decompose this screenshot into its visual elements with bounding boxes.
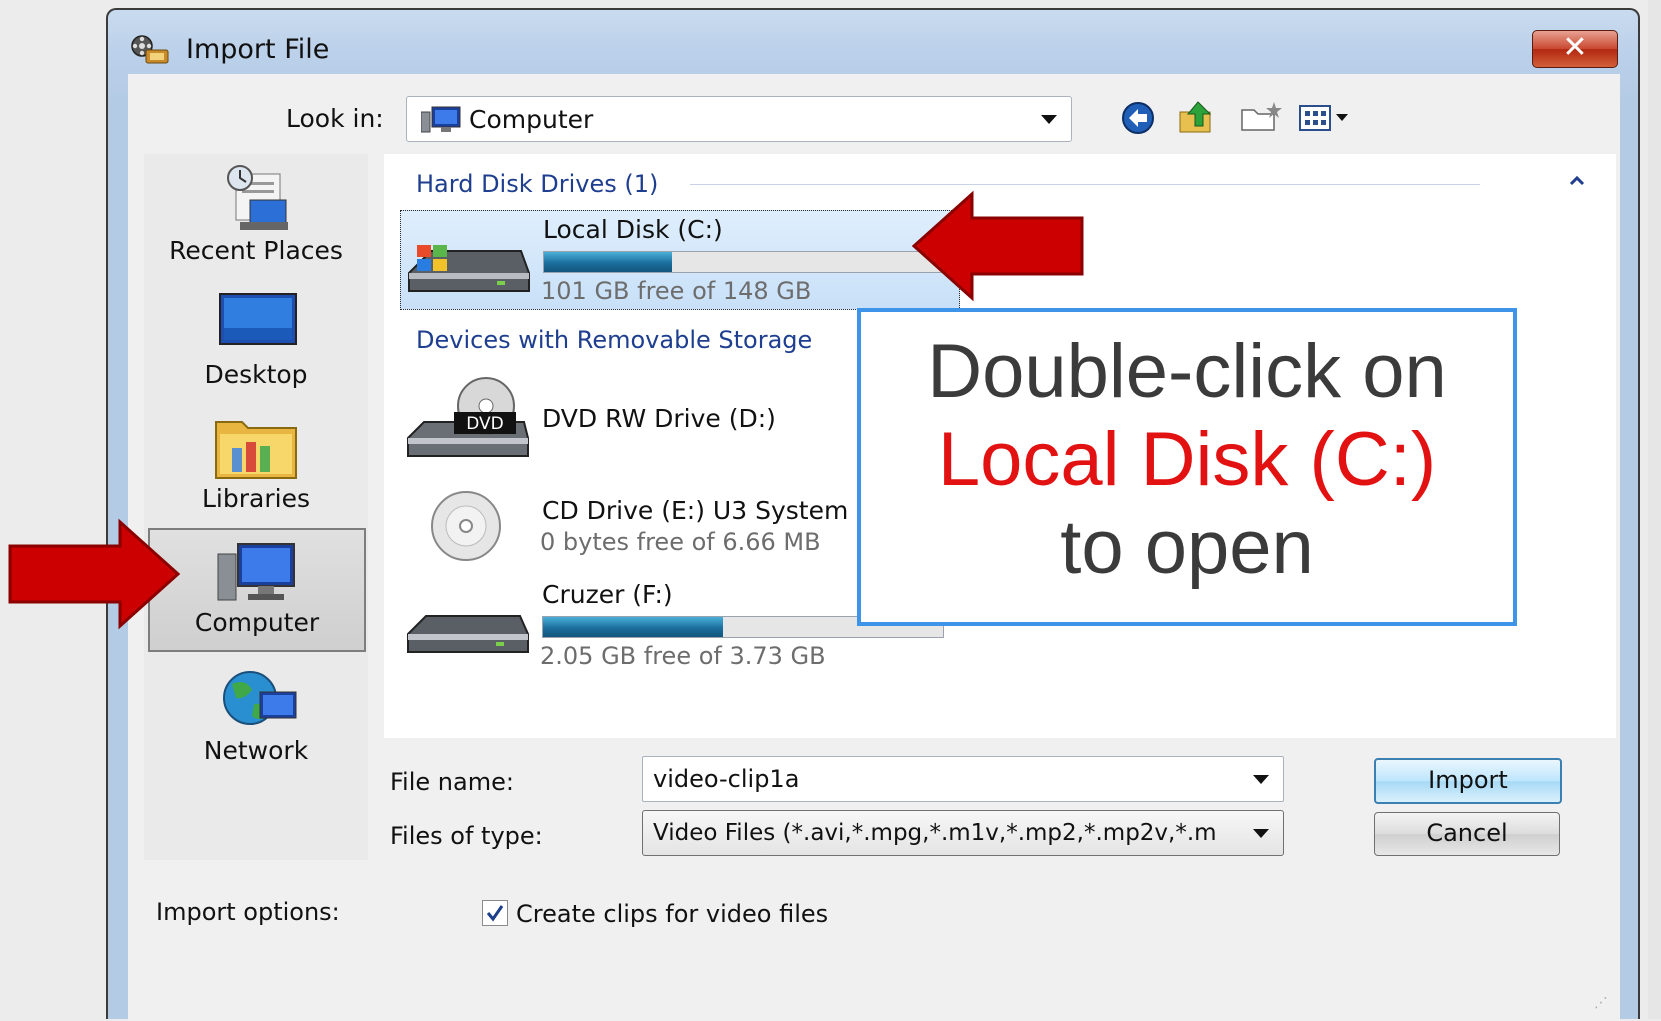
libraries-icon [215,421,297,479]
cd-disc-icon [431,491,501,561]
import-button[interactable]: Import [1374,758,1562,804]
chevron-up-icon[interactable] [1568,172,1586,190]
place-recent-places[interactable]: Recent Places [144,164,368,284]
drive-usage-fill [544,252,672,272]
computer-icon [217,543,295,601]
callout-line-2: Local Disk (C:) [937,417,1437,502]
back-arrow-icon[interactable] [1116,96,1162,140]
network-icon [223,671,297,725]
red-arrow-left-icon [912,190,1084,302]
place-libraries[interactable]: Libraries [144,412,368,532]
place-label: Computer [194,608,320,637]
hard-drive-icon [408,245,530,292]
file-type-dropdown[interactable]: Video Files (*.avi,*.mpg,*.m1v,*.mp2,*.m… [642,810,1284,856]
file-name-value: video-clip1a [653,765,800,793]
look-in-label: Look in: [286,104,384,133]
place-label: Desktop [204,360,308,389]
window-title: Import File [186,34,330,65]
svg-text:DVD: DVD [466,414,504,434]
resize-grip-icon[interactable]: ⋰ [1594,995,1612,1013]
create-clips-label[interactable]: Create clips for video files [516,900,828,928]
drive-free-space: 2.05 GB free of 3.73 GB [540,642,826,670]
file-name-label: File name: [390,768,514,796]
computer-icon [421,106,461,133]
group-heading-hard-disk[interactable]: Hard Disk Drives (1) [416,170,658,198]
checkmark-icon [486,905,504,922]
group-divider [690,184,1480,185]
desktop-icon [219,293,297,345]
chevron-down-icon [1041,115,1057,124]
removable-drive-icon [407,615,529,653]
place-desktop[interactable]: Desktop [144,288,368,408]
up-folder-icon[interactable] [1176,96,1220,140]
create-clips-checkbox[interactable] [482,900,508,926]
title-bar[interactable]: Import File ✕ [108,10,1638,74]
drive-usage-bar [543,251,945,273]
drive-usage-fill [543,617,723,637]
drive-name: Local Disk (C:) [543,215,723,244]
instruction-callout: Double-click on Local Disk (C:) to open [857,308,1517,626]
chevron-down-icon[interactable] [1253,775,1269,784]
cancel-button[interactable]: Cancel [1374,812,1560,856]
drive-free-space: 0 bytes free of 6.66 MB [540,528,821,556]
import-options-label: Import options: [156,898,340,926]
background-strip [1648,0,1661,1019]
file-name-input[interactable]: video-clip1a [642,756,1284,802]
place-label: Network [203,736,309,765]
chevron-down-icon [1253,829,1269,838]
drive-name: DVD RW Drive (D:) [542,404,776,433]
file-type-value: Video Files (*.avi,*.mpg,*.m1v,*.mp2,*.m… [653,820,1217,846]
look-in-value: Computer [469,105,594,134]
close-icon: ✕ [1562,30,1588,65]
close-button[interactable]: ✕ [1532,30,1618,68]
film-reel-icon [131,35,169,64]
drive-free-space: 101 GB free of 148 GB [541,277,812,305]
new-folder-icon[interactable] [1238,96,1284,140]
drive-name: CD Drive (E:) U3 System [542,496,849,525]
group-heading-removable[interactable]: Devices with Removable Storage [416,326,812,354]
place-label: Recent Places [169,236,343,265]
look-in-dropdown[interactable]: Computer [406,96,1072,142]
callout-line-1: Double-click on [927,329,1447,414]
recent-places-icon [227,165,288,230]
red-arrow-right-icon [8,518,181,630]
drive-local-disk-c[interactable]: Local Disk (C:) 101 GB free of 148 GB [400,210,960,310]
dvd-drive-icon: DVD [407,377,529,457]
view-menu-icon[interactable] [1296,96,1356,140]
places-bar: Recent Places Desktop Libraries Computer… [144,154,368,860]
file-type-label: Files of type: [390,822,543,850]
place-network[interactable]: Network [144,664,368,784]
callout-line-3: to open [1060,505,1314,590]
place-label: Libraries [202,484,310,513]
drive-name: Cruzer (F:) [542,580,673,609]
